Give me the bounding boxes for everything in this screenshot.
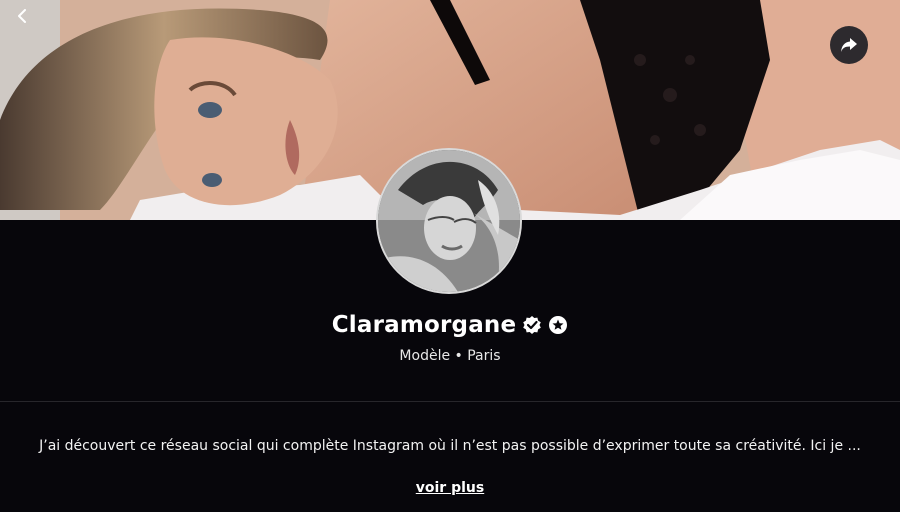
star-badge-icon: [548, 315, 568, 335]
profile-subtitle: Modèle • Paris: [399, 348, 501, 364]
avatar-image: [378, 150, 520, 292]
back-button[interactable]: [8, 4, 36, 28]
divider: [0, 401, 900, 402]
profile-page: Claramorgane Modèle • Paris J’ai découve…: [0, 0, 900, 512]
see-more-container: voir plus: [0, 477, 900, 496]
profile-bio: J’ai découvert ce réseau social qui comp…: [39, 438, 861, 454]
chevron-left-icon: [18, 9, 26, 23]
verified-badge-icon: [522, 315, 542, 335]
profile-name-row: Claramorgane: [0, 312, 900, 338]
share-arrow-icon: [841, 38, 857, 52]
see-more-link[interactable]: voir plus: [416, 480, 484, 496]
share-button[interactable]: [830, 26, 868, 64]
avatar[interactable]: [376, 148, 522, 294]
profile-name: Claramorgane: [331, 312, 517, 338]
